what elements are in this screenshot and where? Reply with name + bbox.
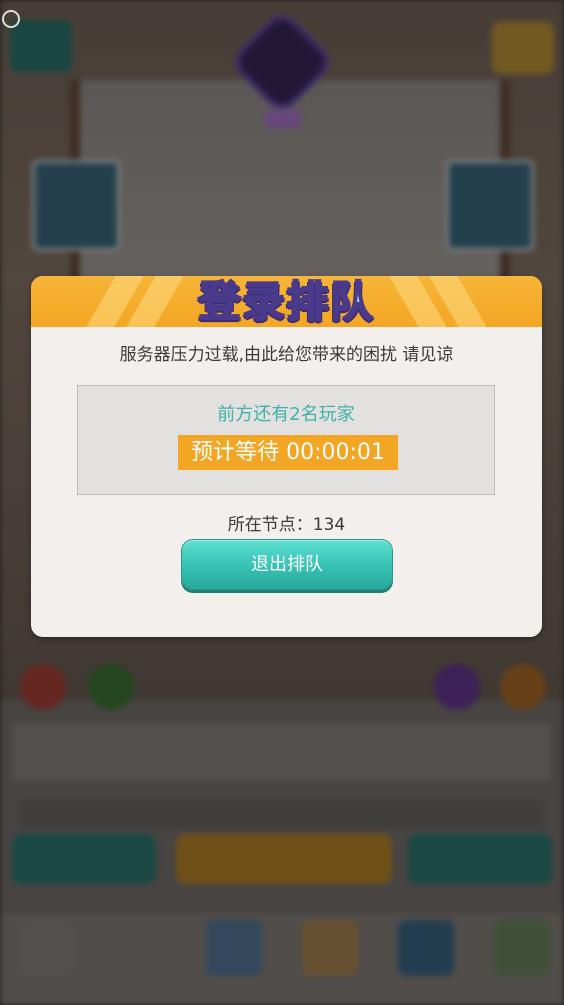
login-queue-dialog: 登录排队 服务器压力过载,由此给您带来的困扰 请见谅 前方还有2名玩家 预计等待… [31,276,542,637]
estimated-wait: 预计等待 00:00:01 [178,435,398,470]
app-logo-icon [2,10,20,28]
wait-label: 预计等待 [191,440,280,465]
dialog-header: 登录排队 [31,276,542,327]
wait-time: 00:00:01 [286,440,385,465]
node-label: 所在节点： [227,515,313,535]
node-info: 所在节点：134 [31,510,542,535]
players-ahead-text: 前方还有2名玩家 [217,404,355,425]
node-value: 134 [312,515,346,535]
queue-status-box: 前方还有2名玩家 预计等待 00:00:01 [77,385,495,495]
exit-queue-button[interactable]: 退出排队 [181,539,393,590]
server-overload-message: 服务器压力过载,由此给您带来的困扰 请见谅 [119,345,454,365]
dialog-title: 登录排队 [197,276,375,327]
